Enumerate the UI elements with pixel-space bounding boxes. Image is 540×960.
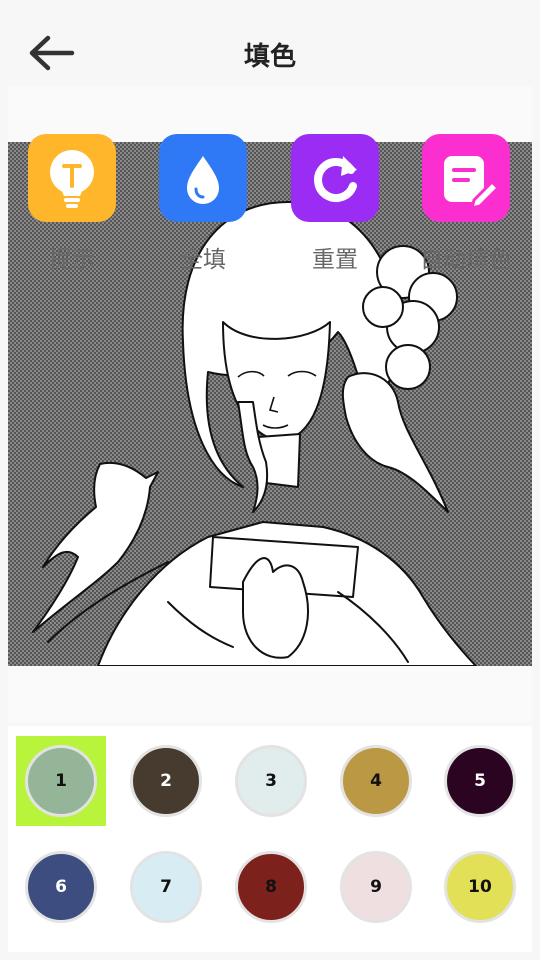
lightbulb-icon xyxy=(50,150,94,208)
swatch-number: 9 xyxy=(370,877,382,897)
palette-swatch-1[interactable]: 1 xyxy=(16,736,106,826)
reset-label: 重置 xyxy=(312,247,358,273)
swatch-circle: 8 xyxy=(235,851,307,923)
palette-swatch-5[interactable]: 5 xyxy=(435,736,525,826)
droplet-icon xyxy=(187,156,219,204)
palette-swatch-4[interactable]: 4 xyxy=(331,736,421,826)
hint-button[interactable]: 提示 xyxy=(17,134,127,274)
page-title: 填色 xyxy=(243,42,296,72)
palette-swatch-6[interactable]: 6 xyxy=(16,842,106,932)
palette-swatch-2[interactable]: 2 xyxy=(121,736,211,826)
palette-swatch-7[interactable]: 7 xyxy=(121,842,211,932)
swatch-number: 10 xyxy=(468,877,492,897)
fill-all-label: 全填 xyxy=(180,247,226,273)
swatch-circle: 10 xyxy=(444,851,516,923)
note-pencil-icon xyxy=(444,156,501,211)
auto-fill-button[interactable]: 自动填色 xyxy=(411,134,521,274)
fill-all-button[interactable]: 全填 xyxy=(148,134,258,274)
swatch-circle: 1 xyxy=(25,745,97,817)
hint-label: 提示 xyxy=(49,247,95,273)
color-palette: 1 2 3 4 5 6 7 8 9 10 xyxy=(8,726,532,952)
tool-bar: 提示 全填 重置 自动填色 xyxy=(0,134,540,274)
swatch-circle: 5 xyxy=(444,745,516,817)
reset-icon-tile xyxy=(291,134,379,222)
swatch-number: 5 xyxy=(474,771,486,791)
palette-swatch-10[interactable]: 10 xyxy=(435,842,525,932)
swatch-number: 1 xyxy=(55,771,67,791)
swatch-circle: 9 xyxy=(340,851,412,923)
palette-swatch-8[interactable]: 8 xyxy=(226,842,316,932)
swatch-number: 3 xyxy=(265,771,277,791)
palette-swatch-9[interactable]: 9 xyxy=(331,842,421,932)
swatch-number: 6 xyxy=(55,877,67,897)
swatch-number: 8 xyxy=(265,877,277,897)
swatch-number: 4 xyxy=(370,771,382,791)
swatch-number: 2 xyxy=(160,771,172,791)
swatch-circle: 2 xyxy=(130,745,202,817)
swatch-circle: 3 xyxy=(235,745,307,817)
swatch-circle: 7 xyxy=(130,851,202,923)
swatch-circle: 6 xyxy=(25,851,97,923)
swatch-number: 7 xyxy=(160,877,172,897)
fill-all-icon-tile xyxy=(159,134,247,222)
swatch-circle: 4 xyxy=(340,745,412,817)
refresh-icon xyxy=(314,156,357,202)
reset-button[interactable]: 重置 xyxy=(280,134,390,274)
hint-icon-tile xyxy=(28,134,116,222)
palette-swatch-3[interactable]: 3 xyxy=(226,736,316,826)
auto-fill-icon-tile xyxy=(422,134,510,222)
auto-fill-label: 自动填色 xyxy=(420,247,512,273)
app-header: 填色 xyxy=(0,0,540,100)
